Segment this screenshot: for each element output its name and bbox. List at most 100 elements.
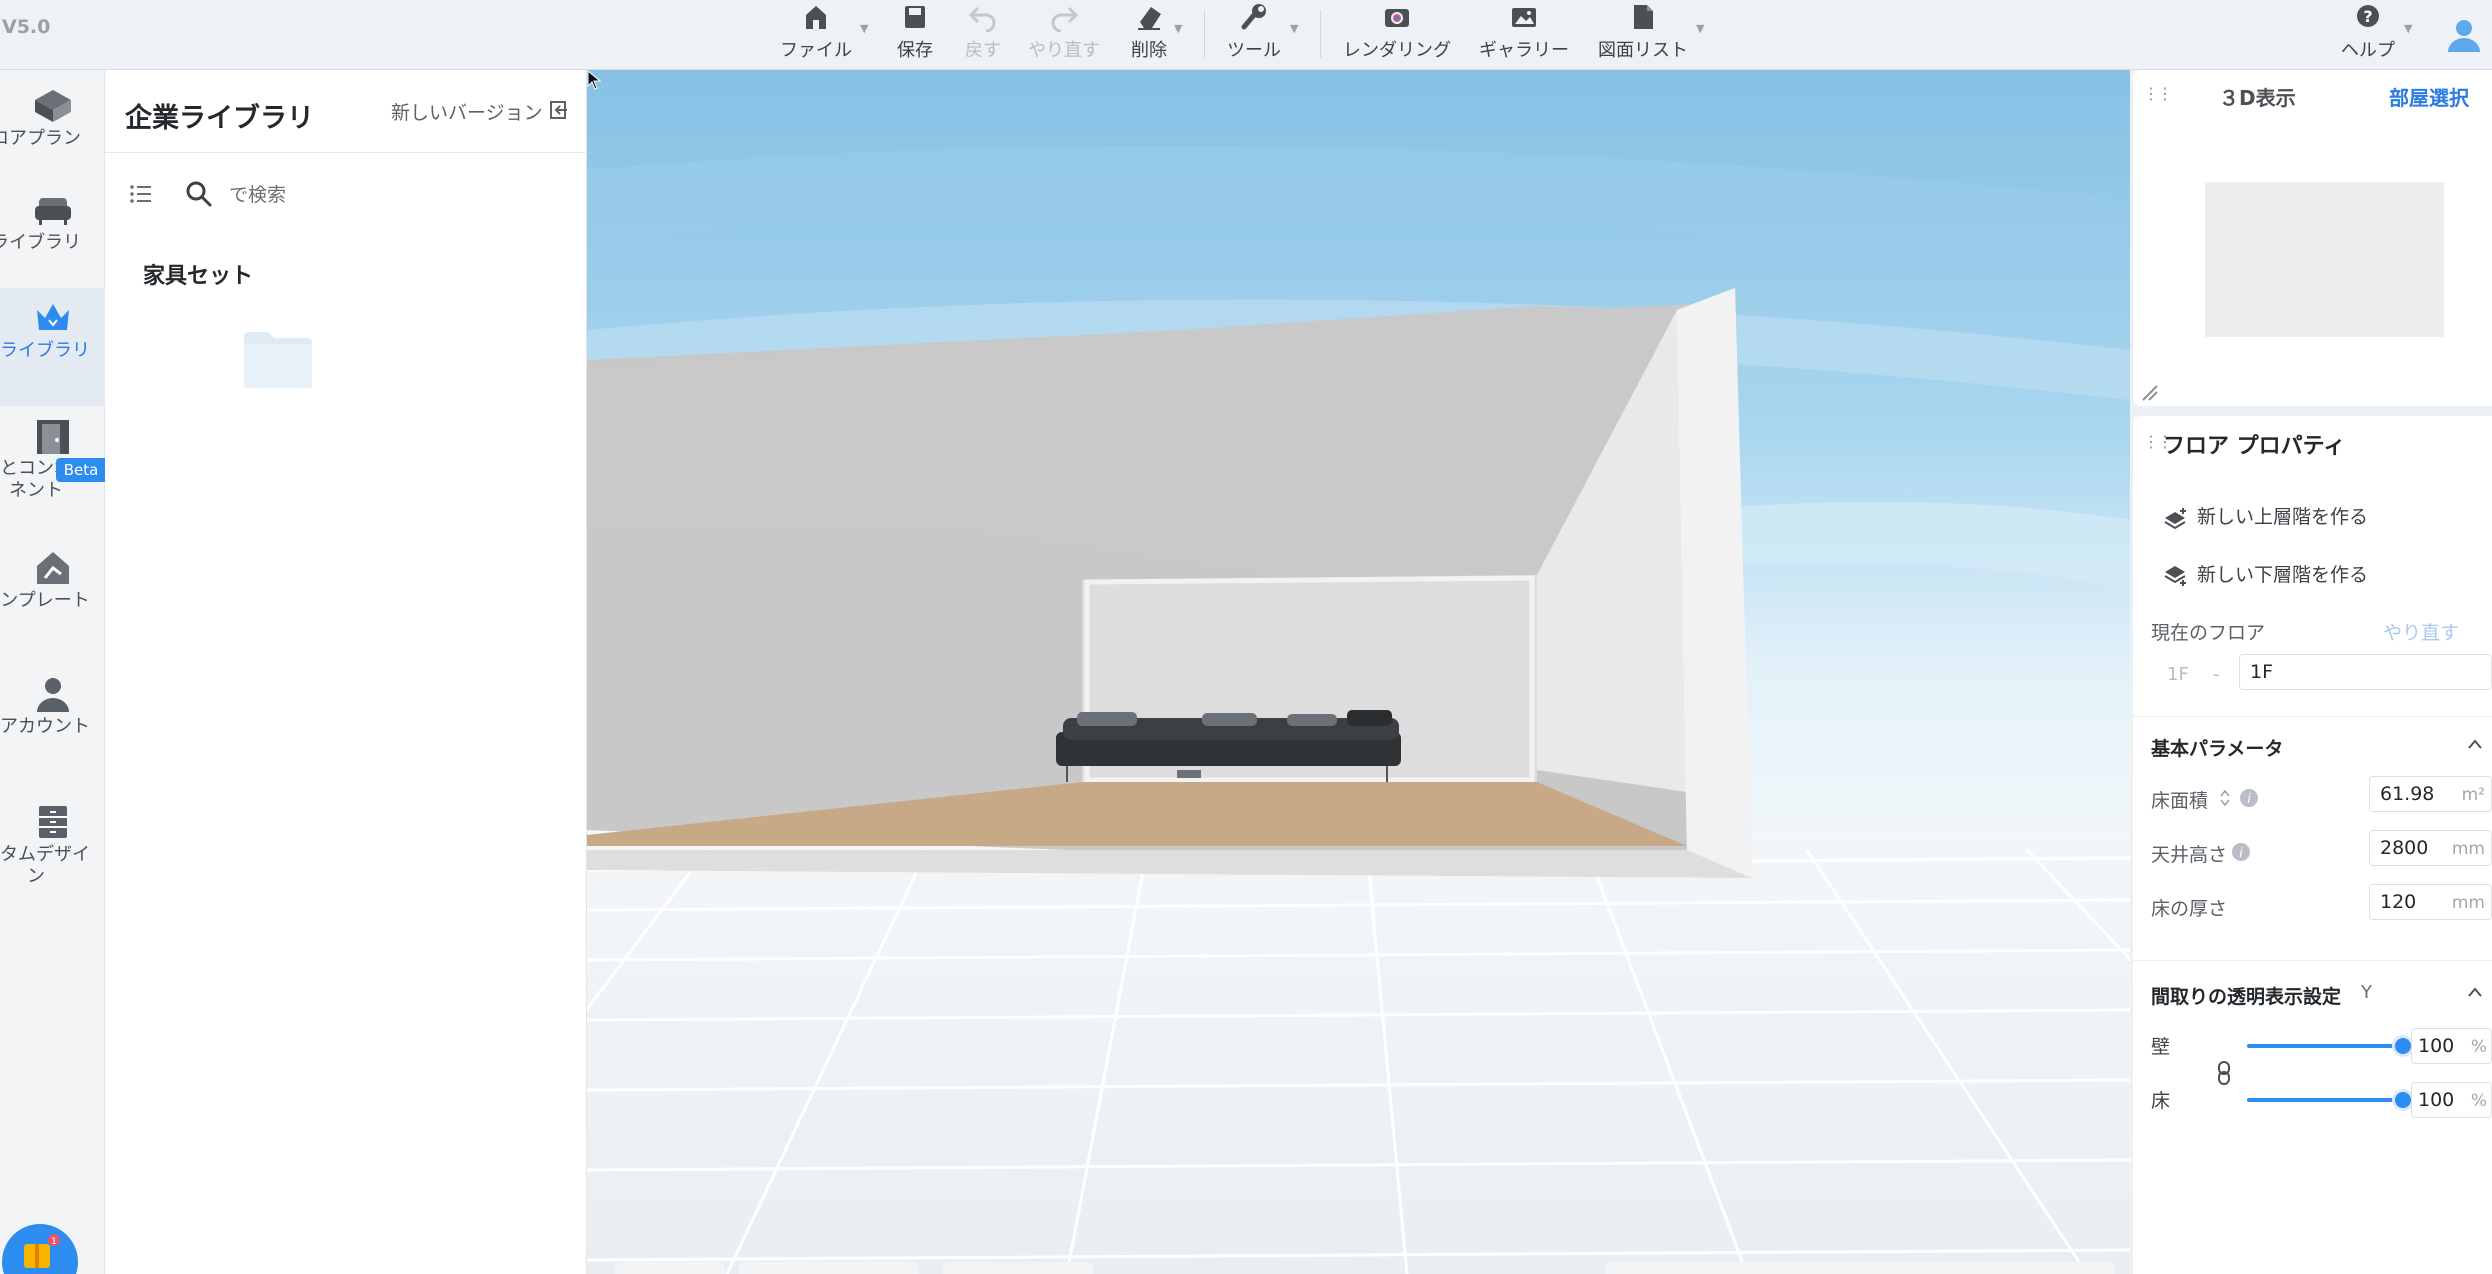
floor-area-input[interactable]: 61.98 m² — [2369, 776, 2492, 812]
search-icon — [186, 181, 212, 207]
svg-text:i: i — [2239, 846, 2243, 861]
sort-icon[interactable] — [2219, 788, 2231, 808]
transparency-heading: 間取りの透明表示設定 — [2151, 986, 2342, 1008]
beta-badge: Beta — [56, 458, 106, 482]
new-version-link[interactable]: 新しいバージョン — [391, 98, 543, 125]
template-icon — [36, 552, 69, 584]
eraser-icon — [1138, 7, 1161, 30]
display-toolbar[interactable] — [943, 1262, 1093, 1274]
gift-icon: 1 — [24, 1234, 60, 1268]
basic-params-heading: 基本パラメータ — [2151, 738, 2284, 760]
divider — [105, 152, 587, 153]
info-icon[interactable]: i — [2231, 842, 2251, 862]
scene-canvas — [587, 70, 2130, 1274]
folder-icon[interactable] — [242, 328, 314, 390]
rail-item-enterprise-library[interactable]: 業ライブラリ — [0, 288, 105, 406]
door-icon — [36, 420, 69, 454]
undo-icon — [968, 6, 996, 32]
undo-button[interactable]: 戻す — [958, 0, 1008, 70]
version-label: V5.0 — [2, 16, 51, 38]
add-layer-up-icon — [2164, 507, 2186, 529]
furniture-set-heading: 家具セット — [143, 264, 254, 289]
panel-title: フロア プロパティ — [2163, 434, 2346, 459]
floor-name-input[interactable]: 1F — [2239, 654, 2492, 690]
rail-item-library[interactable]: ライブラリ — [0, 188, 105, 284]
help-button[interactable]: ? ヘルプ — [2338, 0, 2398, 70]
save-button[interactable]: 保存 — [890, 0, 940, 70]
floor-label: 床 — [2151, 1090, 2171, 1112]
help-dropdown-icon[interactable]: ▼ — [2404, 22, 2412, 35]
list-view-icon[interactable] — [129, 182, 153, 206]
wall-opacity-slider[interactable] — [2247, 1044, 2403, 1048]
rail-item-my-account[interactable]: イアカウント — [0, 672, 105, 788]
user-avatar[interactable] — [2444, 14, 2484, 58]
divider — [2133, 716, 2492, 717]
cabinet-icon — [38, 806, 67, 838]
3d-preview-panel: ⋮⋮ ３D表示 部屋選択 — [2133, 70, 2492, 406]
redo-floor-link[interactable]: やり直す — [2383, 618, 2459, 645]
drawing-list-button[interactable]: 図面リスト — [1596, 0, 1690, 70]
view-mode-toolbar[interactable] — [615, 1262, 725, 1274]
wall-slider-knob[interactable] — [2395, 1038, 2411, 1054]
3d-viewport[interactable] — [587, 70, 2130, 1274]
drag-handle-icon[interactable]: ⋮⋮ — [2143, 84, 2173, 103]
info-icon[interactable]: i — [2239, 788, 2259, 808]
link-icon[interactable] — [2215, 1060, 2233, 1086]
ceiling-height-input[interactable]: 2800 mm — [2369, 830, 2492, 866]
mouse-cursor-icon — [587, 70, 601, 90]
panel-title: 企業ライブラリ — [125, 103, 314, 134]
wall-label: 壁 — [2151, 1036, 2171, 1058]
help-icon: ? — [2357, 5, 2379, 27]
rendering-button[interactable]: レンダリング — [1342, 0, 1452, 70]
zoom-toolbar[interactable] — [1605, 1262, 2115, 1274]
svg-text:?: ? — [2363, 7, 2372, 26]
exit-icon[interactable] — [549, 100, 569, 120]
collapse-chevron-icon[interactable] — [2467, 986, 2483, 998]
rail-item-custom-design[interactable]: スタムデザイン — [0, 800, 105, 918]
crown-icon — [36, 304, 69, 330]
avatar-icon — [2448, 20, 2480, 52]
floor-slider-knob[interactable] — [2395, 1092, 2411, 1108]
home-icon — [806, 6, 826, 29]
delete-button[interactable]: 削除 — [1124, 0, 1174, 70]
drawing-list-dropdown-icon[interactable]: ▼ — [1696, 22, 1704, 35]
floor-opacity-input[interactable]: 100% — [2411, 1082, 2492, 1118]
floor-thickness-input[interactable]: 120 mm — [2369, 884, 2492, 920]
file-button[interactable]: ファイル — [776, 0, 856, 70]
ceiling-height-label: 天井高さ — [2151, 844, 2228, 866]
transparency-shortcut-key: Y — [2361, 982, 2372, 1003]
3d-view-title: ３D表示 — [2219, 86, 2296, 110]
file-dropdown-icon[interactable]: ▼ — [860, 22, 868, 35]
wall-opacity-input[interactable]: 100% — [2411, 1028, 2492, 1064]
room-select-button[interactable]: 部屋選択 — [2389, 82, 2469, 111]
document-icon — [1634, 5, 1653, 29]
collapse-chevron-icon[interactable] — [2467, 738, 2483, 750]
camera-mode-toolbar[interactable] — [739, 1262, 919, 1274]
search-input[interactable] — [229, 178, 559, 212]
minimap-preview[interactable] — [2205, 182, 2444, 337]
floor-thickness-label: 床の厚さ — [2151, 898, 2228, 920]
enterprise-library-panel: 企業ライブラリ 新しいバージョン 家具セット — [105, 70, 587, 1274]
rail-item-floorplan[interactable]: ロアプラン — [0, 84, 105, 180]
current-floor-label: 現在のフロア — [2151, 622, 2266, 644]
redo-icon — [1051, 6, 1079, 32]
top-toolbar: V5.0 ファイル ▼ 保存 戻す やり直す 削除 ▼ ツール ▼ レンダリング… — [0, 0, 2492, 70]
tools-dropdown-icon[interactable]: ▼ — [1290, 22, 1298, 35]
tools-button[interactable]: ツール — [1226, 0, 1282, 70]
svg-text:1: 1 — [51, 1237, 57, 1247]
gallery-button[interactable]: ギャラリー — [1478, 0, 1570, 70]
divider — [2133, 960, 2492, 961]
user-icon — [36, 678, 69, 712]
resize-handle-icon[interactable] — [2139, 382, 2159, 402]
floor-opacity-slider[interactable] — [2247, 1098, 2403, 1102]
camera-icon — [1385, 9, 1409, 27]
image-icon — [1512, 8, 1536, 27]
redo-button[interactable]: やり直す — [1024, 0, 1104, 70]
left-nav-rail: ロアプラン ライブラリ 業ライブラリ 料とコンポーネント テンプレート イアカウ… — [0, 70, 105, 1274]
floor-area-label: 床面積 — [2151, 790, 2209, 812]
new-upper-floor-button[interactable]: 新しい上層階を作る — [2163, 502, 2368, 530]
rail-item-template[interactable]: テンプレート — [0, 546, 105, 664]
delete-dropdown-icon[interactable]: ▼ — [1174, 22, 1182, 35]
gift-button[interactable]: 1 — [2, 1224, 78, 1274]
new-lower-floor-button[interactable]: 新しい下層階を作る — [2163, 560, 2368, 588]
